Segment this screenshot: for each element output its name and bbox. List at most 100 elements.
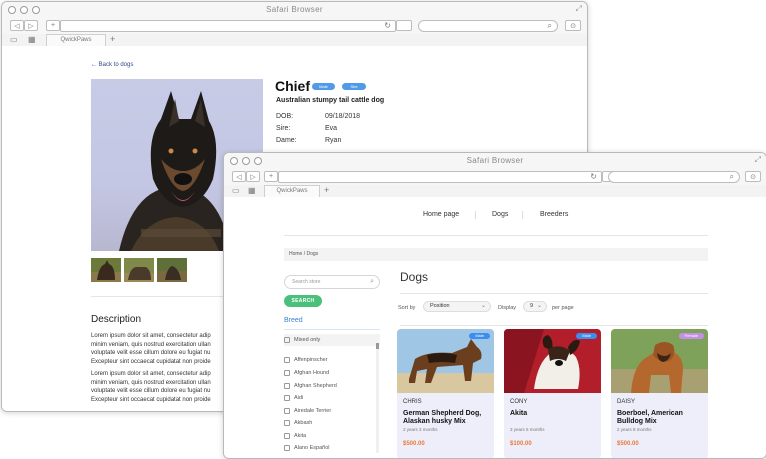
checkbox[interactable] bbox=[284, 394, 290, 401]
add-tab-icon[interactable]: + bbox=[324, 185, 329, 196]
bookmarks-icon[interactable]: ▭ bbox=[10, 35, 18, 44]
text-line: Excepteur sint occaecat cupidatat non pr… bbox=[91, 358, 211, 365]
sire-badge: Sire bbox=[342, 83, 366, 90]
gender-badge: Male bbox=[576, 333, 597, 339]
window-title: Safari Browser bbox=[266, 5, 323, 14]
scrollbar-thumb[interactable] bbox=[376, 343, 379, 349]
nav-home-page[interactable]: Home page bbox=[423, 211, 459, 218]
dog-card[interactable]: Male CONY Akita 3 years 5 months $100.00 bbox=[504, 329, 601, 458]
gender-badge: Male bbox=[312, 83, 335, 90]
sort-value: Position bbox=[430, 303, 450, 309]
text-line: minim veniam, quis nostrud exercitation … bbox=[91, 379, 211, 386]
breed-option[interactable]: Afghan Shepherd bbox=[284, 380, 380, 392]
search-icon: ⌕ bbox=[547, 21, 552, 30]
downloads-button[interactable]: ⊙ bbox=[745, 171, 761, 182]
checkbox[interactable] bbox=[284, 382, 290, 389]
per-page-select[interactable]: 9 ⌄ bbox=[523, 301, 547, 312]
breed-option[interactable]: Aidi bbox=[284, 392, 380, 404]
checkbox[interactable] bbox=[284, 369, 290, 376]
breed-option-label: Airedale Terrier bbox=[294, 408, 332, 414]
checkbox[interactable] bbox=[284, 444, 290, 451]
forward-nav-button[interactable]: ▷ bbox=[24, 20, 38, 31]
dog-card-breed[interactable]: German Shepherd Dog, Alaskan husky Mix bbox=[403, 410, 491, 426]
breed-option[interactable]: Airedale Terrier bbox=[284, 405, 380, 417]
dame-label: Dame: bbox=[276, 137, 297, 144]
breed-option-label: Afghan Hound bbox=[294, 370, 330, 376]
dog-card[interactable]: Male CHRIS German Shepherd Dog, Alaskan … bbox=[397, 329, 494, 458]
checkbox[interactable] bbox=[284, 336, 290, 343]
store-search-input[interactable]: Search store ⌕ bbox=[284, 275, 380, 289]
text-line: Excepteur sint occaecat cupidatat non pr… bbox=[91, 396, 211, 403]
breed-option[interactable]: Alano Español bbox=[284, 442, 380, 454]
plus-icon: + bbox=[50, 22, 56, 29]
thumbnail-image bbox=[157, 258, 187, 282]
checkbox[interactable] bbox=[284, 419, 290, 426]
browser-search-field[interactable]: ⌕ bbox=[608, 171, 740, 183]
back-to-dogs-link[interactable]: ← Back to dogs bbox=[91, 62, 133, 68]
description-paragraph-2: Lorem ipsum dolor sit amet, consectetur … bbox=[91, 370, 231, 404]
breed-option-mixed-only[interactable]: Mixed only bbox=[284, 334, 380, 346]
add-tab-icon[interactable]: + bbox=[110, 34, 115, 45]
new-tab-button[interactable]: + bbox=[46, 20, 60, 31]
dog-card-breed[interactable]: Boerboel, American Bulldog Mix bbox=[617, 410, 705, 426]
back-nav-button[interactable]: ◁ bbox=[232, 171, 246, 182]
gender-badge: Female bbox=[678, 333, 704, 339]
thumbnail-3[interactable] bbox=[157, 258, 187, 282]
address-bar[interactable]: ↻ bbox=[60, 20, 396, 32]
tab-qwickpaws[interactable]: QwickPaws bbox=[46, 34, 106, 46]
chevron-down-icon: ⌄ bbox=[480, 303, 486, 309]
share-button[interactable] bbox=[396, 20, 412, 31]
breed-option[interactable]: Afghan Hound bbox=[284, 367, 380, 379]
text-line: Lorem ipsum dolor sit amet, consectetur … bbox=[91, 371, 211, 377]
download-icon: ⊙ bbox=[750, 173, 756, 181]
checkbox[interactable] bbox=[284, 432, 290, 439]
dob-value: 09/18/2018 bbox=[325, 113, 361, 120]
breed-option-label: Aidi bbox=[294, 395, 304, 401]
chevron-left-icon: ◁ bbox=[14, 22, 20, 30]
address-bar[interactable]: ↻ bbox=[278, 171, 602, 183]
fullscreen-icon[interactable]: ⤢ bbox=[576, 4, 582, 14]
forward-nav-button[interactable]: ▷ bbox=[246, 171, 260, 182]
nav-dogs[interactable]: Dogs bbox=[492, 211, 508, 218]
toolbar-divider bbox=[400, 325, 708, 326]
page-title: Dogs bbox=[400, 270, 429, 284]
reload-icon[interactable]: ↻ bbox=[590, 172, 597, 181]
grid-icon[interactable]: ▦ bbox=[248, 186, 256, 195]
breed-filter-heading: Breed bbox=[284, 317, 303, 324]
thumbnail-2[interactable] bbox=[124, 258, 154, 282]
search-button[interactable]: SEARCH bbox=[284, 295, 322, 307]
sort-select[interactable]: Position ⌄ bbox=[423, 301, 491, 312]
search-placeholder: Search store bbox=[292, 279, 321, 285]
browser-search-field[interactable]: ⌕ bbox=[418, 20, 558, 32]
back-link-label: Back to dogs bbox=[98, 62, 134, 68]
dog-card-price: $500.00 bbox=[617, 441, 639, 447]
checkbox[interactable] bbox=[284, 356, 290, 363]
thumbnail-1[interactable] bbox=[91, 258, 121, 282]
download-icon: ⊙ bbox=[570, 22, 576, 30]
breed-option[interactable]: Affenpinscher bbox=[284, 354, 380, 366]
dog-card-breed[interactable]: Akita bbox=[510, 410, 598, 418]
bookmarks-icon[interactable]: ▭ bbox=[232, 186, 240, 195]
reload-icon[interactable]: ↻ bbox=[384, 21, 391, 30]
dog-card[interactable]: Female DAISY Boerboel, American Bulldog … bbox=[611, 329, 708, 458]
tab-qwickpaws[interactable]: QwickPaws bbox=[264, 185, 320, 197]
dog-card-name: CHRIS bbox=[403, 399, 422, 405]
breed-option-label: Akita bbox=[294, 433, 307, 439]
breed-option[interactable]: Akbash bbox=[284, 417, 380, 429]
thumbnail-image bbox=[91, 258, 121, 282]
search-icon: ⌕ bbox=[370, 278, 374, 285]
nav-breeders[interactable]: Breeders bbox=[540, 211, 568, 218]
downloads-button[interactable]: ⊙ bbox=[565, 20, 581, 31]
gender-badge: Male bbox=[469, 333, 490, 339]
grid-icon[interactable]: ▦ bbox=[28, 35, 36, 44]
new-tab-button[interactable]: + bbox=[264, 171, 278, 182]
back-nav-button[interactable]: ◁ bbox=[10, 20, 24, 31]
fullscreen-icon[interactable]: ⤢ bbox=[755, 155, 761, 165]
sire-value: Eva bbox=[325, 125, 338, 132]
breed-divider bbox=[284, 329, 380, 330]
breed-list-scrollbar[interactable] bbox=[376, 343, 379, 453]
checkbox[interactable] bbox=[284, 407, 290, 414]
sort-by-label: Sort by bbox=[398, 305, 416, 311]
breed-option[interactable]: Akita bbox=[284, 430, 380, 442]
dog-breed: Australian stumpy tail cattle dog bbox=[276, 97, 385, 104]
